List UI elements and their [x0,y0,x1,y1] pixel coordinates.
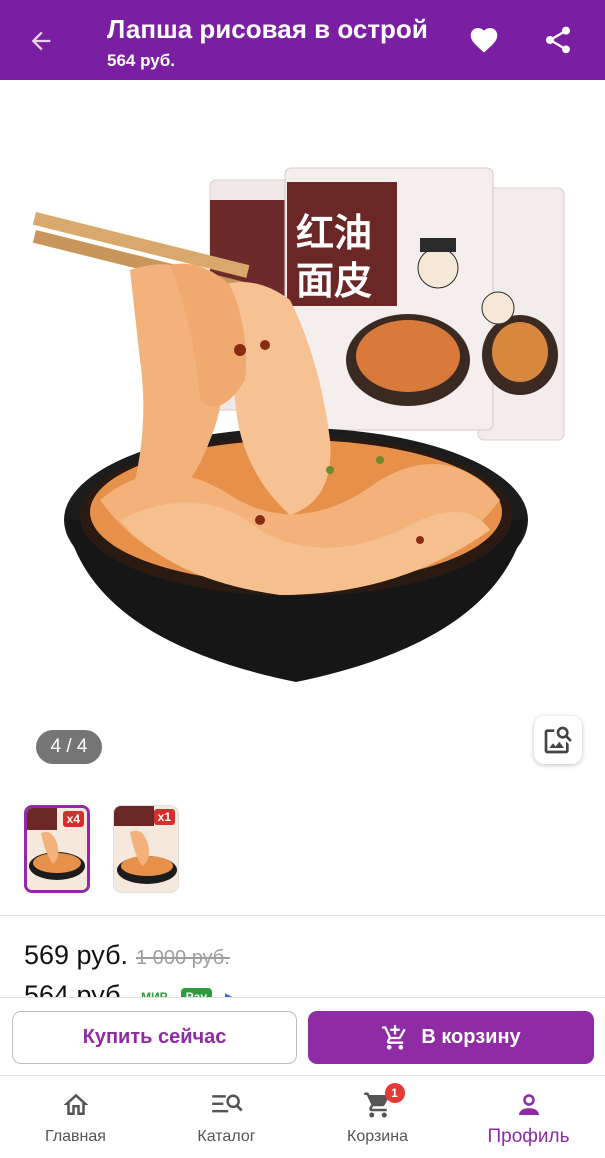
heart-icon [470,28,498,53]
page-title: Лапша рисовая в острой [107,14,428,44]
add-to-cart-icon [382,1024,406,1050]
app-header: Лапша рисовая в острой 564 руб. [0,0,605,80]
catalog-search-icon [210,1088,244,1122]
buy-now-button[interactable]: Купить сейчас [12,1011,297,1064]
thumbnail-2[interactable]: x1 [113,805,179,893]
image-search-icon [544,726,572,754]
header-price: 564 руб. [107,51,175,70]
action-bar: Купить сейчас В корзину [0,997,605,1075]
share-button[interactable] [538,20,578,60]
svg-text:面皮: 面皮 [296,259,372,303]
alt-price: 564 руб. [24,980,129,998]
home-icon [59,1088,93,1122]
nav-item-catalog[interactable]: Каталог [151,1076,302,1158]
nav-label-home: Главная [45,1128,106,1145]
cart-icon: 1 [361,1083,405,1122]
arrow-left-icon [31,31,51,51]
price-block: 569 руб. 1 000 руб. [24,940,230,971]
nav-label-profile: Профиль [487,1126,570,1147]
add-to-cart-label: В корзину [421,1026,521,1048]
thumbnail-strip: x4 x1 [0,795,605,905]
back-button[interactable] [22,22,60,60]
nav-item-profile[interactable]: Профиль [453,1076,604,1158]
nav-item-cart[interactable]: 1 Корзина [302,1076,453,1158]
nav-label-cart: Корзина [347,1128,408,1145]
current-price: 569 руб. [24,940,129,970]
image-counter: 4 / 4 [36,730,102,764]
svg-text:红油: 红油 [296,211,372,255]
share-icon [545,26,570,54]
cart-count-badge: 1 [384,1083,405,1103]
nav-label-catalog: Каталог [197,1128,256,1145]
search-by-image-button[interactable] [534,716,582,764]
product-photo: 红油 面皮 [32,167,565,682]
thumbnail-badge: x1 [153,809,175,825]
product-image[interactable]: 红油 面皮 [0,80,605,780]
favorite-button[interactable] [464,20,504,60]
divider [0,915,605,916]
thumbnail-badge: x4 [62,811,84,827]
old-price: 1 000 руб. [136,947,230,969]
bottom-nav: Главная Каталог 1 Корзина Профиль [0,1075,605,1158]
add-to-cart-button[interactable]: В корзину [308,1011,594,1064]
profile-icon [512,1088,546,1122]
nav-item-home[interactable]: Главная [0,1076,151,1158]
alt-price-block: 564 руб. МИР Pay ▶ [24,980,239,998]
thumbnail-1[interactable]: x4 [24,805,90,893]
